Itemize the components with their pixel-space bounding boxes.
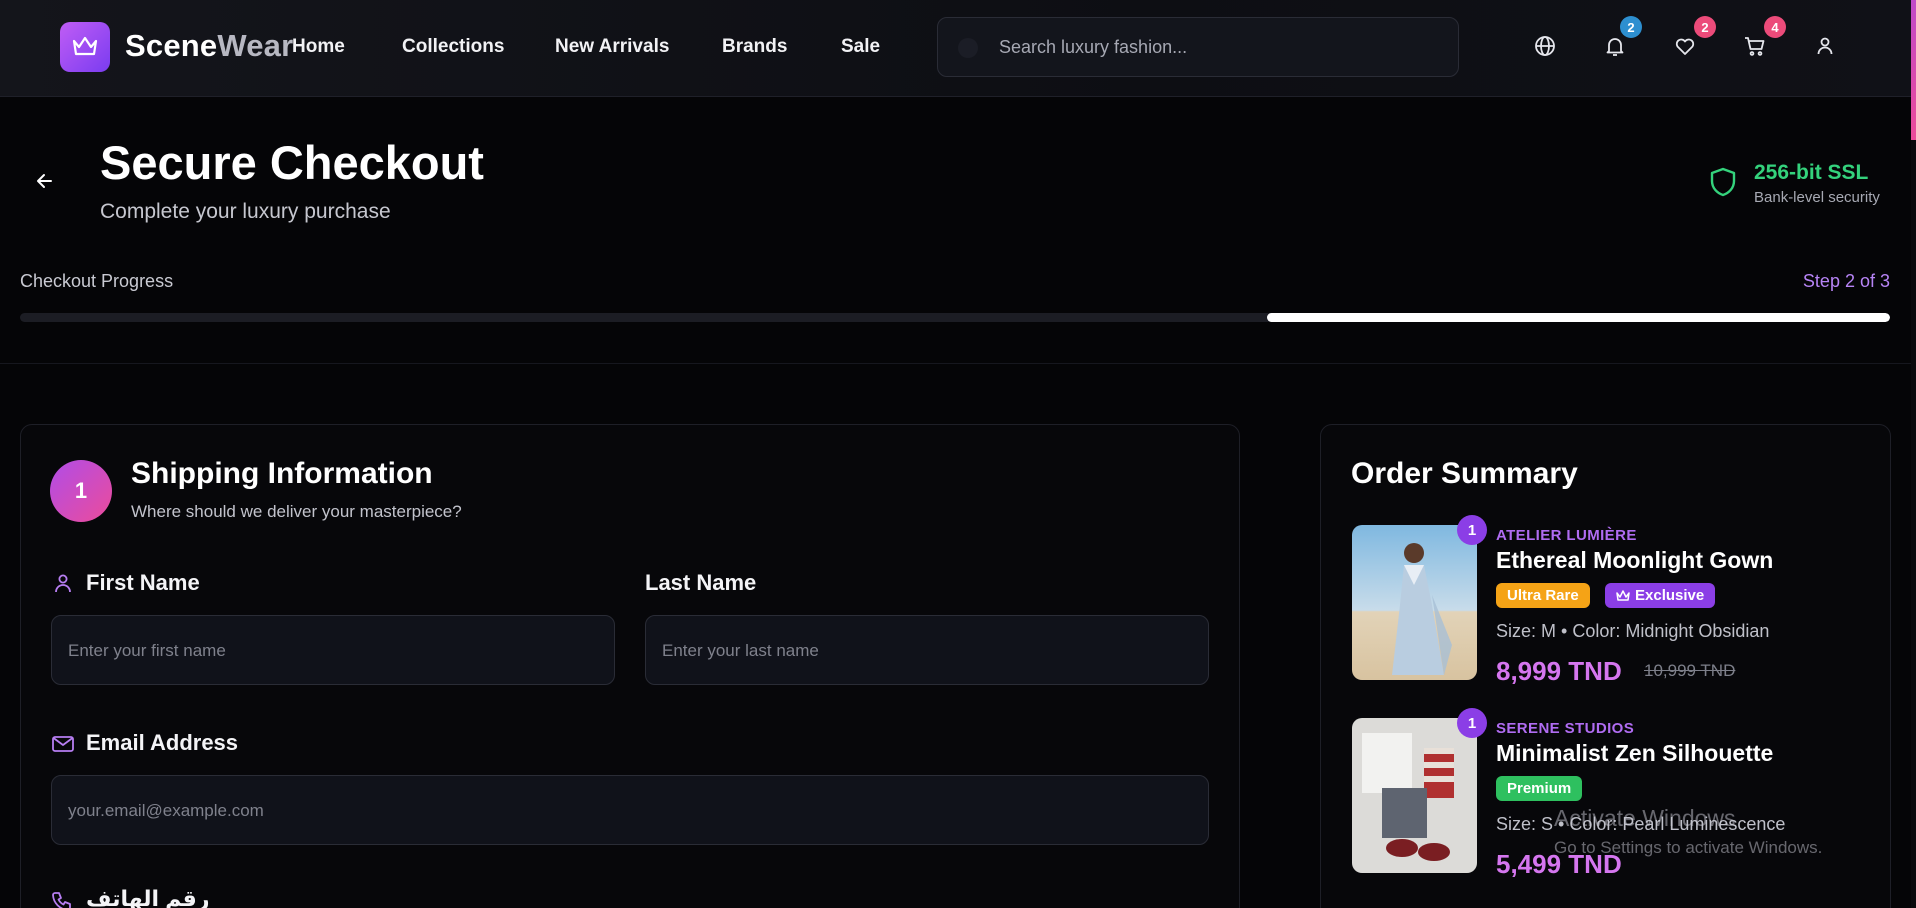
search-placeholder: Search luxury fashion... <box>999 37 1188 57</box>
progress-label: Checkout Progress <box>20 271 174 291</box>
item-price: 8,999 TND <box>1496 656 1622 686</box>
heart-icon[interactable] <box>1673 34 1697 58</box>
email-label: Email Address <box>86 730 239 755</box>
nav-home-link[interactable]: Home <box>292 36 345 58</box>
ssl-title: 256-bit SSL <box>1754 161 1869 184</box>
user-outline-icon <box>52 572 74 594</box>
first-name-field[interactable]: Enter your first name <box>51 615 615 685</box>
crown-logo-icon[interactable] <box>60 22 110 72</box>
mail-icon <box>51 733 74 755</box>
windows-activation-subtitle: Go to Settings to activate Windows. <box>1554 838 1823 857</box>
item-quantity-badge: 1 <box>1457 708 1487 738</box>
email-placeholder: your.email@example.com <box>68 801 264 820</box>
cart-icon[interactable] <box>1743 34 1767 58</box>
progress-bar <box>20 313 1890 322</box>
nav-new-arrivals-link[interactable]: New Arrivals <box>555 36 669 58</box>
search-icon <box>958 38 978 58</box>
globe-icon[interactable] <box>1533 34 1557 58</box>
shipping-title: Shipping Information <box>131 457 433 490</box>
windows-activation-title: Activate Windows <box>1554 805 1736 831</box>
last-name-label: Last Name <box>645 570 757 595</box>
brand-name-part1: Scene <box>125 28 218 63</box>
tag-label: Premium <box>1507 780 1572 797</box>
tag-label: Ultra Rare <box>1507 587 1579 604</box>
item-brand: ATELIER LUMIÈRE <box>1496 527 1637 544</box>
ssl-subtitle: Bank-level security <box>1754 189 1880 206</box>
email-field[interactable]: your.email@example.com <box>51 775 1209 845</box>
page-title: Secure Checkout <box>100 136 484 189</box>
phone-label: رقم الهاتف <box>86 886 210 908</box>
brand-name-part2: Wear <box>217 28 294 63</box>
bell-icon[interactable] <box>1603 34 1627 58</box>
step-number-badge: 1 <box>50 460 112 522</box>
progress-step: Step 2 of 3 <box>1802 271 1890 291</box>
first-name-label: First Name <box>86 570 200 595</box>
item-size-color: Size: M • Color: Midnight Obsidian <box>1496 621 1770 641</box>
notifications-badge: 2 <box>1620 16 1642 38</box>
crown-icon <box>1616 589 1630 602</box>
brand-logo-text[interactable]: SceneWear <box>125 28 293 64</box>
phone-icon <box>51 890 73 908</box>
back-arrow-icon[interactable] <box>34 170 56 192</box>
item-name[interactable]: Ethereal Moonlight Gown <box>1496 547 1773 574</box>
shipping-subtitle: Where should we deliver your masterpiece… <box>131 502 462 521</box>
tag-ultra-rare: Ultra Rare <box>1496 583 1590 608</box>
item-brand: SERENE STUDIOS <box>1496 720 1635 737</box>
item-name[interactable]: Minimalist Zen Silhouette <box>1496 740 1773 767</box>
nav-collections-link[interactable]: Collections <box>402 36 504 58</box>
last-name-placeholder: Enter your last name <box>662 641 819 660</box>
shield-icon <box>1708 166 1738 198</box>
first-name-placeholder: Enter your first name <box>68 641 226 660</box>
section-divider <box>0 363 1911 364</box>
item-old-price: 10,999 TND <box>1644 661 1736 680</box>
tag-exclusive: Exclusive <box>1605 583 1716 608</box>
order-summary-title: Order Summary <box>1351 457 1578 490</box>
tag-label: Exclusive <box>1635 587 1705 604</box>
product-image-silhouette[interactable] <box>1352 718 1477 873</box>
search-input[interactable]: Search luxury fashion... <box>937 17 1459 77</box>
cart-badge: 4 <box>1764 16 1786 38</box>
page-subtitle: Complete your luxury purchase <box>100 200 391 223</box>
wishlist-badge: 2 <box>1694 16 1716 38</box>
top-navigation-bar: SceneWear Home Collections New Arrivals … <box>0 0 1916 97</box>
tag-premium: Premium <box>1496 776 1583 801</box>
last-name-field[interactable]: Enter your last name <box>645 615 1209 685</box>
nav-brands-link[interactable]: Brands <box>722 36 787 58</box>
nav-sale-link[interactable]: Sale <box>841 36 880 58</box>
page-scrollbar-thumb[interactable] <box>1911 0 1916 140</box>
progress-bar-fill <box>1267 313 1890 322</box>
item-quantity-badge: 1 <box>1457 515 1487 545</box>
user-icon[interactable] <box>1813 34 1837 58</box>
product-image-gown[interactable] <box>1352 525 1477 680</box>
